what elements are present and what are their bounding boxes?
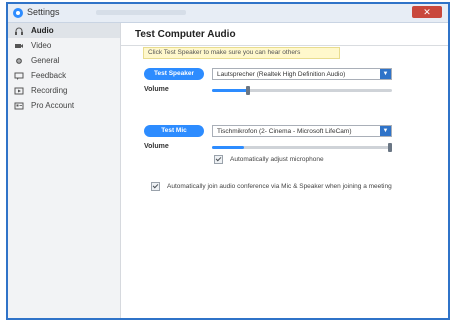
sidebar-item-label: Feedback <box>31 71 67 80</box>
chevron-down-icon: ▼ <box>380 126 391 136</box>
settings-window: Settings ✕ Audio Video General Feedback … <box>6 2 450 320</box>
mic-volume-thumb[interactable] <box>388 143 392 152</box>
sidebar-item-general[interactable]: General <box>8 53 120 68</box>
sidebar-item-video[interactable]: Video <box>8 38 120 53</box>
microphone-select-value: Tischmikrofon (2- Cinema - Microsoft Lif… <box>217 128 352 135</box>
speaker-volume-slider[interactable] <box>212 86 392 95</box>
microphone-select[interactable]: Tischmikrofon (2- Cinema - Microsoft Lif… <box>212 125 392 137</box>
auto-join-audio-label: Automatically join audio conference via … <box>167 183 392 190</box>
sidebar-item-feedback[interactable]: Feedback <box>8 68 120 83</box>
recording-icon <box>14 86 24 96</box>
mic-volume-slider[interactable] <box>212 143 392 152</box>
audio-settings-panel: Test Computer Audio Click Test Speaker t… <box>121 23 448 318</box>
sidebar-item-label: Video <box>31 41 52 50</box>
auto-join-audio-row[interactable]: Automatically join audio conference via … <box>151 182 392 191</box>
sidebar-item-label: Recording <box>31 86 68 95</box>
sidebar-item-pro-account[interactable]: Pro Account <box>8 98 120 113</box>
account-icon <box>14 101 24 111</box>
speaker-volume-label: Volume <box>144 86 169 93</box>
close-button[interactable]: ✕ <box>412 6 442 18</box>
speaker-volume-thumb[interactable] <box>246 86 250 95</box>
window-title: Settings <box>27 7 60 17</box>
auto-adjust-mic-checkbox[interactable] <box>214 155 223 164</box>
test-mic-button[interactable]: Test Mic <box>144 125 204 137</box>
sidebar-item-label: Pro Account <box>31 101 75 110</box>
sidebar-item-label: General <box>31 56 60 65</box>
page-title: Test Computer Audio <box>135 29 236 40</box>
speaker-tip: Click Test Speaker to make sure you can … <box>143 47 340 59</box>
auto-adjust-mic-label: Automatically adjust microphone <box>230 156 324 163</box>
gear-icon <box>14 56 24 66</box>
divider <box>121 45 448 46</box>
sidebar-item-label: Audio <box>31 26 54 35</box>
video-camera-icon <box>14 41 24 51</box>
mic-volume-fill <box>212 146 245 149</box>
title-bar: Settings ✕ <box>8 4 448 23</box>
sidebar-item-audio[interactable]: Audio <box>8 23 120 38</box>
zoom-logo-icon <box>13 8 23 18</box>
auto-adjust-mic-row[interactable]: Automatically adjust microphone <box>214 155 324 164</box>
speaker-select[interactable]: Lautsprecher (Realtek High Definition Au… <box>212 68 392 80</box>
auto-join-audio-checkbox[interactable] <box>151 182 160 191</box>
mic-volume-label: Volume <box>144 143 169 150</box>
feedback-icon <box>14 71 24 81</box>
chevron-down-icon: ▼ <box>380 69 391 79</box>
sidebar: Audio Video General Feedback Recording P… <box>8 23 121 318</box>
title-bar-decoration <box>96 10 186 15</box>
headphones-icon <box>14 26 24 36</box>
speaker-volume-fill <box>212 89 248 92</box>
speaker-select-value: Lautsprecher (Realtek High Definition Au… <box>217 71 346 78</box>
sidebar-item-recording[interactable]: Recording <box>8 83 120 98</box>
test-speaker-button[interactable]: Test Speaker <box>144 68 204 80</box>
